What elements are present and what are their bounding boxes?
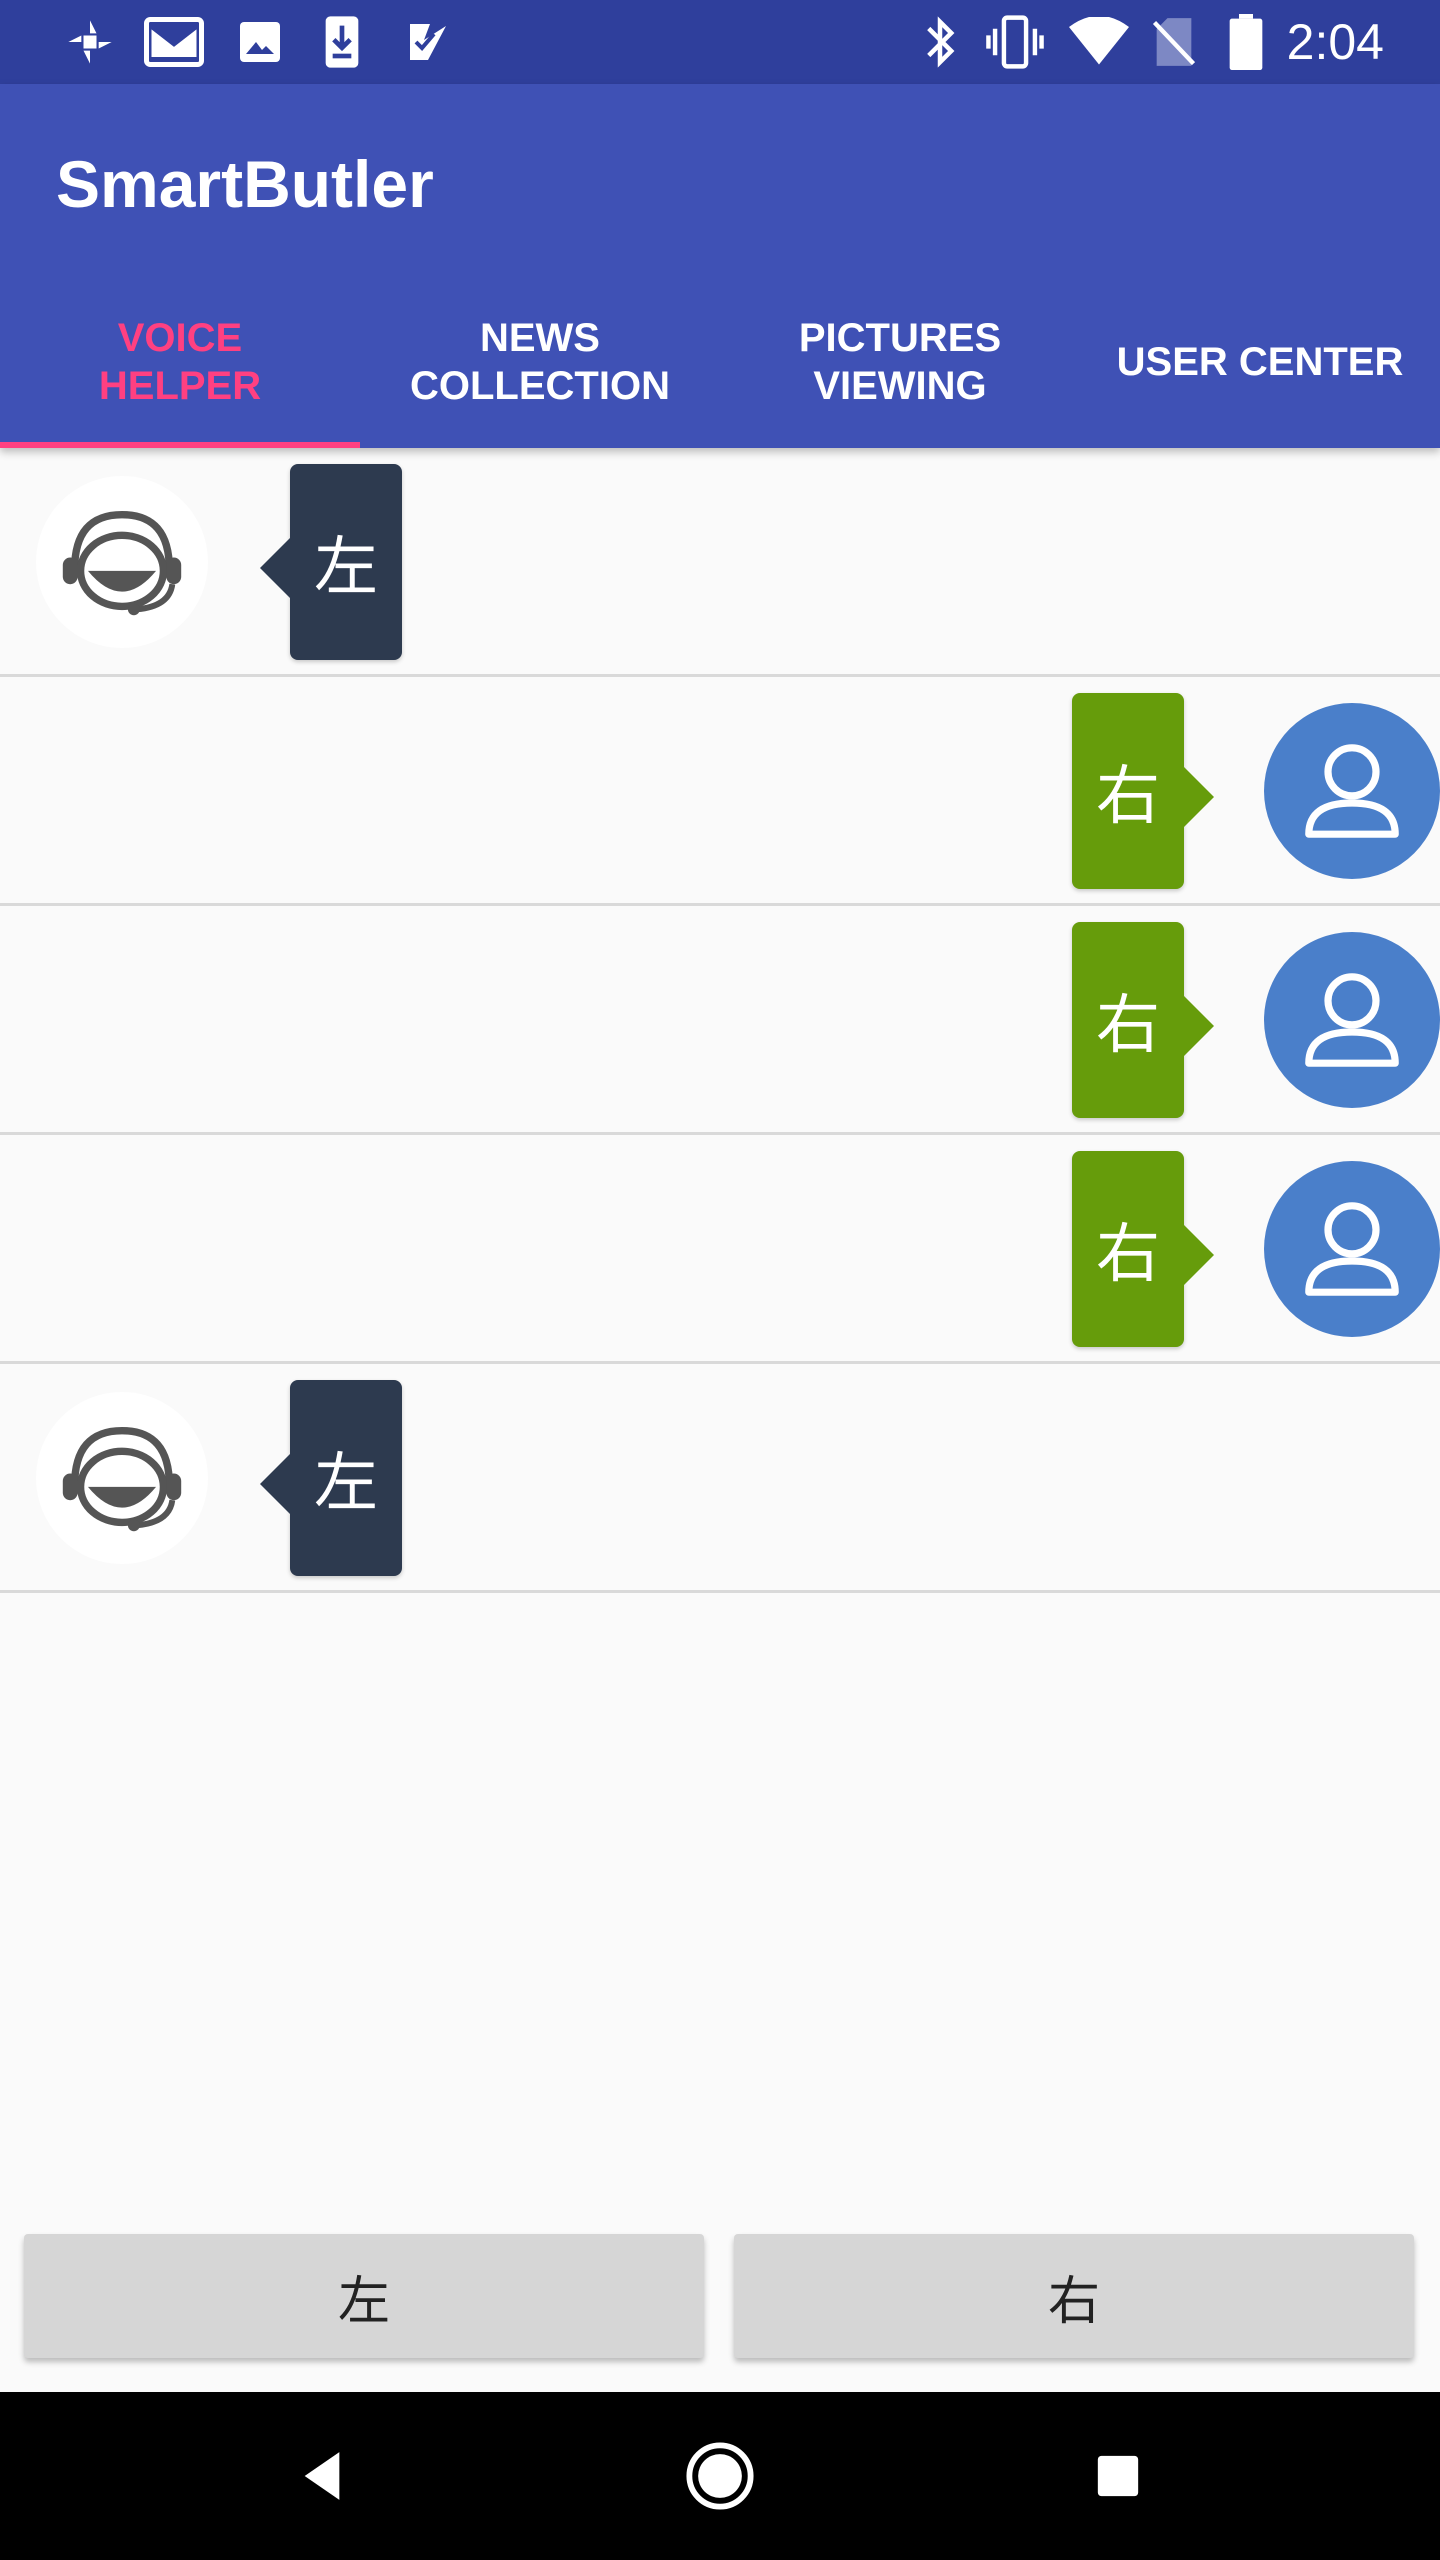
right-button[interactable]: 右 xyxy=(734,2234,1414,2358)
status-time: 2:04 xyxy=(1286,14,1384,70)
tab-pictures-viewing[interactable]: PICTURES VIEWING xyxy=(720,276,1080,448)
app-bar: SmartButler VOICE HELPER NEWS COLLECTION… xyxy=(0,84,1440,448)
no-sim-icon xyxy=(1150,14,1198,70)
download-icon xyxy=(316,14,368,70)
pinwheel-icon xyxy=(62,14,118,70)
tab-label: NEWS COLLECTION xyxy=(410,316,670,408)
tab-label: PICTURES VIEWING xyxy=(798,316,1002,408)
tab-bar: VOICE HELPER NEWS COLLECTION PICTURES VI… xyxy=(0,276,1440,448)
user-icon xyxy=(1264,703,1440,879)
tab-label: VOICE HELPER xyxy=(98,316,262,408)
image-icon xyxy=(232,14,288,70)
list-item: 右 xyxy=(0,677,1440,906)
message-bubble-right: 右 xyxy=(1072,922,1214,1118)
headset-icon xyxy=(36,1392,208,1564)
user-icon xyxy=(1264,932,1440,1108)
list-item: 左 xyxy=(0,1364,1440,1593)
navigation-bar xyxy=(0,2392,1440,2560)
list-item: 右 xyxy=(0,906,1440,1135)
tab-label: USER CENTER xyxy=(1116,340,1404,384)
tab-news-collection[interactable]: NEWS COLLECTION xyxy=(360,276,720,448)
message-bubble-right: 右 xyxy=(1072,693,1214,889)
vibrate-icon xyxy=(982,14,1048,70)
message-bubble-right: 右 xyxy=(1072,1151,1214,1347)
tab-user-center[interactable]: USER CENTER xyxy=(1080,276,1440,448)
chat-list[interactable]: 左 右 右 右 左 xyxy=(0,448,1440,1593)
recents-icon[interactable] xyxy=(1078,2436,1158,2516)
tab-voice-helper[interactable]: VOICE HELPER xyxy=(0,276,360,448)
headset-icon xyxy=(36,476,208,648)
wifi-icon xyxy=(1066,14,1132,70)
message-bubble-left: 左 xyxy=(260,464,402,660)
list-item: 右 xyxy=(0,1135,1440,1364)
battery-icon xyxy=(1226,14,1266,70)
home-icon[interactable] xyxy=(680,2436,760,2516)
list-item: 左 xyxy=(0,448,1440,677)
check-icon xyxy=(400,14,456,70)
user-icon xyxy=(1264,1161,1440,1337)
back-icon[interactable] xyxy=(282,2436,362,2516)
left-button[interactable]: 左 xyxy=(24,2234,704,2358)
status-bar: 2:04 xyxy=(0,0,1440,84)
message-bubble-left: 左 xyxy=(260,1380,402,1576)
bluetooth-icon xyxy=(916,14,964,70)
gmail-icon xyxy=(142,14,206,70)
screen: 2:04 SmartButler VOICE HELPER NEWS COLLE… xyxy=(0,0,1440,2560)
app-title: SmartButler xyxy=(56,147,434,221)
